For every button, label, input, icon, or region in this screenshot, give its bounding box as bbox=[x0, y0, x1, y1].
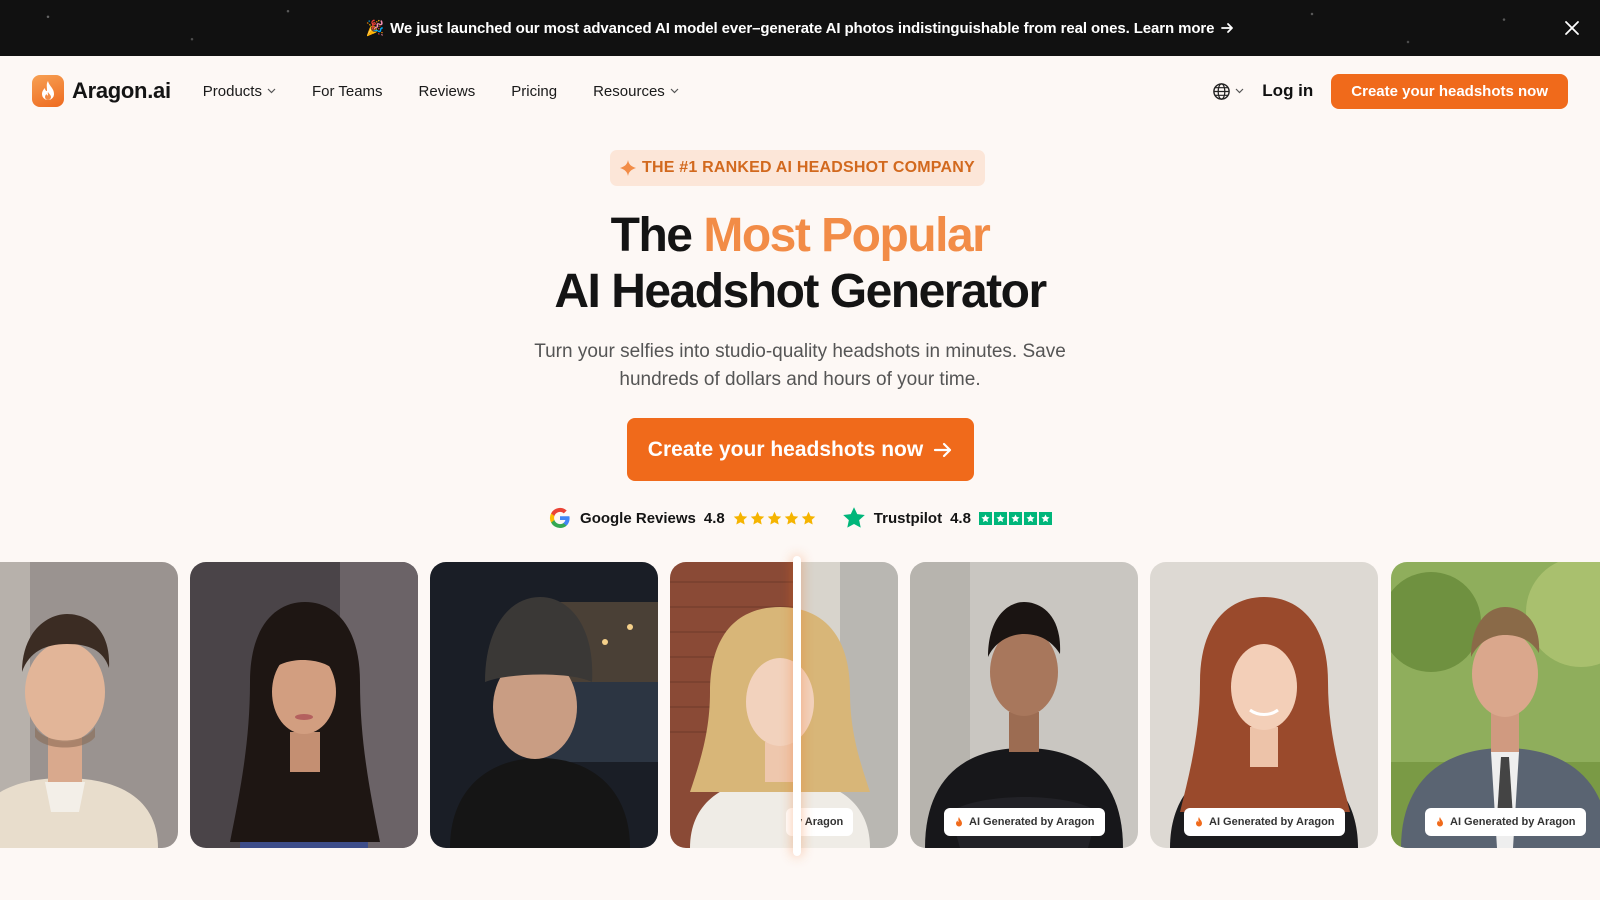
logo-text: Aragon.ai bbox=[72, 78, 171, 103]
ranking-badge-text: THE #1 RANKED AI HEADSHOT COMPANY bbox=[642, 159, 975, 176]
ai-label-text: y Aragon bbox=[796, 816, 844, 828]
ai-headshot-1: AI Generated by Aragon bbox=[910, 562, 1138, 848]
trustpilot-stars bbox=[978, 511, 1052, 525]
trustpilot-box-star-icon bbox=[993, 511, 1007, 525]
google-label: Google Reviews bbox=[580, 509, 696, 527]
ranking-badge: THE #1 RANKED AI HEADSHOT COMPANY bbox=[610, 150, 985, 186]
flame-icon bbox=[1437, 817, 1443, 827]
chevron-down-icon bbox=[1235, 88, 1244, 94]
announcement-text: We just launched our most advanced AI mo… bbox=[390, 19, 1215, 37]
nav-create-headshots-button[interactable]: Create your headshots now bbox=[1331, 73, 1568, 109]
trustpilot-box-star-icon bbox=[978, 511, 992, 525]
ai-label-text: AI Generated by Aragon bbox=[1450, 816, 1576, 828]
hero-title-accent: Most Popular bbox=[703, 209, 991, 262]
trustpilot-score: 4.8 bbox=[950, 509, 971, 527]
nav-resources[interactable]: Resources bbox=[593, 83, 679, 100]
sparkle-icon bbox=[620, 160, 636, 176]
trustpilot-box-star-icon bbox=[1038, 511, 1052, 525]
google-stars bbox=[733, 511, 816, 526]
ai-label-text: AI Generated by Aragon bbox=[1209, 816, 1335, 828]
ai-generated-label: AI Generated by Aragon bbox=[1425, 808, 1586, 836]
logo[interactable]: Aragon.ai bbox=[32, 75, 171, 107]
trustpilot-star-icon bbox=[842, 507, 865, 528]
nav-links: Products For Teams Reviews Pricing Resou… bbox=[203, 83, 679, 100]
google-score: 4.8 bbox=[703, 509, 725, 527]
main-nav: Aragon.ai Products For Teams Reviews Pri… bbox=[0, 56, 1600, 126]
hero-create-headshots-button[interactable]: Create your headshots now bbox=[627, 418, 974, 481]
headshot-gallery: y Aragon AI Generated by Aragon AI Gener… bbox=[0, 556, 1600, 856]
arrow-right-icon bbox=[934, 442, 952, 457]
nav-pricing-label: Pricing bbox=[511, 82, 558, 100]
google-rating[interactable]: Google Reviews 4.8 bbox=[548, 506, 816, 530]
ai-label-text: AI Generated by Aragon bbox=[969, 816, 1095, 828]
flame-icon bbox=[1196, 817, 1202, 827]
close-icon bbox=[1565, 21, 1579, 35]
trustpilot-label: Trustpilot bbox=[873, 509, 943, 527]
nav-pricing[interactable]: Pricing bbox=[511, 83, 557, 100]
google-icon bbox=[550, 507, 570, 528]
hero-title-prefix: The bbox=[610, 209, 693, 262]
trustpilot-rating[interactable]: Trustpilot 4.8 bbox=[842, 506, 1052, 530]
star-icon bbox=[784, 511, 799, 524]
ratings-row: Google Reviews 4.8 Trustpilot 4.8 bbox=[0, 506, 1600, 530]
nav-reviews[interactable]: Reviews bbox=[419, 83, 476, 100]
nav-right: Log in Create your headshots now bbox=[1212, 73, 1568, 109]
selfie-photo-3 bbox=[430, 562, 658, 848]
flame-logo-icon bbox=[32, 75, 64, 107]
close-announcement-button[interactable] bbox=[1560, 16, 1584, 40]
star-icon bbox=[733, 511, 748, 524]
nav-products-label: Products bbox=[202, 82, 262, 100]
selfie-photo-2 bbox=[190, 562, 418, 848]
trustpilot-box-star-icon bbox=[1008, 511, 1022, 525]
ai-generated-label: AI Generated by Aragon bbox=[944, 808, 1105, 836]
party-emoji-icon: 🎉 bbox=[365, 20, 385, 37]
nav-for-teams[interactable]: For Teams bbox=[312, 83, 383, 100]
star-icon bbox=[801, 511, 816, 524]
announcement-link[interactable]: 🎉 We just launched our most advanced AI … bbox=[366, 19, 1235, 37]
flame-icon bbox=[956, 817, 962, 827]
language-selector[interactable] bbox=[1212, 82, 1244, 101]
ai-headshot-3: AI Generated by Aragon bbox=[1391, 562, 1600, 848]
nav-resources-label: Resources bbox=[593, 82, 665, 100]
trustpilot-box-star-icon bbox=[1023, 511, 1037, 525]
nav-for-teams-label: For Teams bbox=[311, 82, 383, 100]
selfie-photo-1 bbox=[0, 562, 178, 848]
nav-reviews-label: Reviews bbox=[418, 82, 476, 100]
hero-cta-label: Create your headshots now bbox=[647, 437, 924, 461]
hero-subtitle: Turn your selfies into studio-quality he… bbox=[534, 341, 1066, 390]
announcement-bar: 🎉 We just launched our most advanced AI … bbox=[0, 0, 1600, 56]
before-after-slider-handle[interactable] bbox=[793, 556, 801, 856]
globe-icon bbox=[1213, 82, 1231, 100]
hero-title: The Most Popular AI Headshot Generator bbox=[0, 208, 1600, 320]
chevron-down-icon bbox=[267, 88, 276, 94]
ai-headshot-2: AI Generated by Aragon bbox=[1150, 562, 1378, 848]
chevron-down-icon bbox=[670, 88, 679, 94]
arrow-right-icon bbox=[1221, 23, 1234, 33]
before-after-photo: y Aragon bbox=[670, 562, 898, 848]
nav-products[interactable]: Products bbox=[203, 83, 276, 100]
hero-title-line2: AI Headshot Generator bbox=[554, 265, 1047, 318]
ai-generated-label: AI Generated by Aragon bbox=[1184, 808, 1345, 836]
star-icon bbox=[767, 511, 782, 524]
login-link[interactable]: Log in bbox=[1262, 81, 1313, 101]
star-icon bbox=[750, 511, 765, 524]
